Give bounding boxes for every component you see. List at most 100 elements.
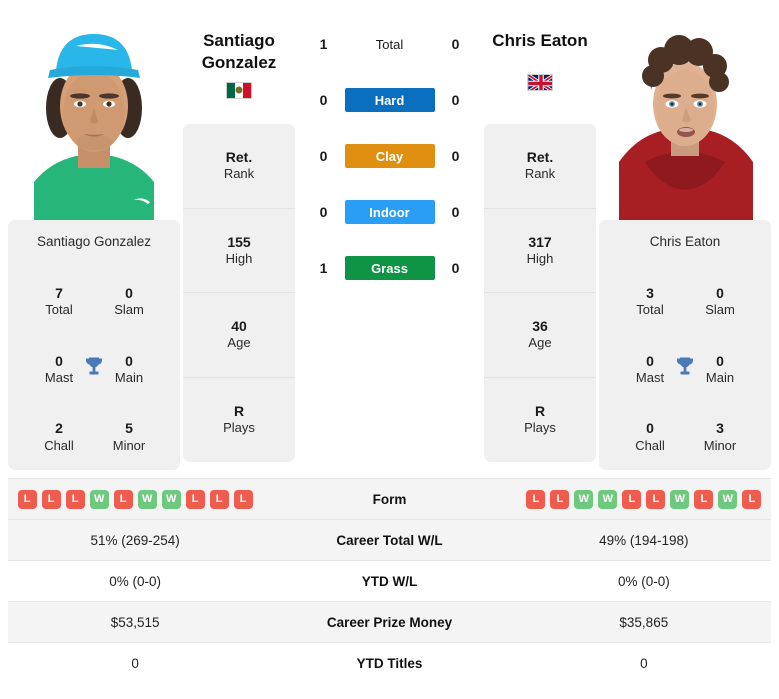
form-badge-w[interactable]: W: [161, 489, 181, 509]
right-titles-row-3: 0 Chall 3 Minor: [605, 420, 765, 454]
career-prize-money-label: Career Prize Money: [326, 614, 453, 630]
surface-indoor-left-value: 0: [319, 204, 328, 220]
left-current-rank: Ret. Rank: [183, 124, 295, 209]
form-badge-l[interactable]: L: [550, 489, 570, 509]
united-kingdom-flag-icon: [527, 73, 553, 91]
surface-total-left-value: 1: [319, 36, 328, 52]
left-minor-titles: 5 Minor: [102, 420, 156, 454]
surface-row-hard: 0 Hard 0: [298, 72, 481, 128]
left-age-value: 40: [231, 318, 247, 335]
form-badge-l[interactable]: L: [694, 489, 714, 509]
left-high-value: 155: [227, 233, 251, 250]
right-total-label: Total: [636, 302, 664, 318]
comparison-stats-table: LLLWLWWLLL Form LLWWLLWLWL 51% (269-254)…: [0, 478, 779, 683]
table-row-ytd-titles: 0 YTD Titles 0: [8, 642, 771, 683]
left-slam-titles: 0 Slam: [102, 285, 156, 319]
surface-total-right-value: 0: [451, 36, 460, 52]
left-total-label: Total: [45, 302, 73, 318]
right-form-cell: LLWWLLWLWL: [517, 489, 771, 509]
form-badge-l[interactable]: L: [65, 489, 85, 509]
right-plays-label: Plays: [524, 420, 556, 436]
form-badge-l[interactable]: L: [113, 489, 133, 509]
left-form-cell: LLLWLWWLLL: [8, 489, 262, 509]
form-badge-w[interactable]: W: [598, 489, 618, 509]
surface-hard-right-value: 0: [451, 92, 460, 108]
right-high-label: High: [526, 250, 554, 266]
form-badge-l[interactable]: L: [185, 489, 205, 509]
left-career-prize-money: $53,515: [110, 614, 160, 630]
surface-hard-left-value: 0: [319, 92, 328, 108]
right-plays: R Plays: [484, 378, 596, 463]
form-badge-l[interactable]: L: [646, 489, 666, 509]
right-titles-row-1: 3 Total 0 Slam: [605, 285, 765, 319]
form-badge-w[interactable]: W: [718, 489, 738, 509]
right-main-titles: 0 Main: [693, 353, 747, 387]
left-chall-label: Chall: [44, 437, 74, 453]
form-badge-l[interactable]: L: [17, 489, 37, 509]
left-age: 40 Age: [183, 293, 295, 378]
left-rank-label: Rank: [223, 166, 255, 182]
left-player-name-line2: Gonzalez: [201, 52, 277, 72]
right-card-player-name: Chris Eaton: [649, 234, 721, 249]
surface-row-clay: 0 Clay 0: [298, 128, 481, 184]
form-badge-l[interactable]: L: [742, 489, 762, 509]
left-slam-value: 0: [125, 284, 133, 301]
career-total-wl-label: Career Total W/L: [336, 532, 443, 548]
form-row-label: Form: [372, 491, 407, 507]
surface-grass-left-value: 1: [319, 260, 328, 276]
right-chall-label: Chall: [635, 437, 665, 453]
form-badge-l[interactable]: L: [41, 489, 61, 509]
form-badge-l[interactable]: L: [233, 489, 253, 509]
left-card-player-name: Santiago Gonzalez: [36, 234, 152, 249]
right-current-rank: Ret. Rank: [484, 124, 596, 209]
left-main-titles: 0 Main: [102, 353, 156, 387]
right-titles-row-2: 0 Mast 0 Main: [605, 353, 765, 387]
right-minor-label: Minor: [703, 437, 737, 453]
form-badge-w[interactable]: W: [574, 489, 594, 509]
right-main-value: 0: [716, 352, 724, 369]
left-chall-value: 2: [55, 420, 63, 437]
surface-indoor-label: Indoor: [344, 200, 435, 224]
right-total-value: 3: [646, 284, 654, 301]
left-titles-row-1: 7 Total 0 Slam: [14, 285, 174, 319]
right-high-value: 317: [528, 233, 552, 250]
form-badge-w[interactable]: W: [670, 489, 690, 509]
right-chall-value: 0: [646, 420, 654, 437]
right-player-column: Chris Eaton 3 Total 0 Slam 0 Mast 0 Main…: [599, 8, 771, 470]
right-career-total-wl: 49% (194-198): [599, 532, 689, 548]
surface-indoor-right-value: 0: [451, 204, 460, 220]
right-ytd-wl: 0% (0-0): [617, 573, 670, 589]
mexico-flag-icon: [226, 81, 252, 99]
right-form-badges: LLWWLLWLWL: [517, 489, 771, 509]
right-main-label: Main: [705, 370, 735, 386]
left-high-rank: 155 High: [183, 209, 295, 293]
right-age-label: Age: [528, 335, 552, 351]
left-slam-label: Slam: [114, 302, 144, 318]
form-badge-l[interactable]: L: [622, 489, 642, 509]
left-mast-label: Mast: [44, 370, 74, 386]
table-row-career-total-wl: 51% (269-254) Career Total W/L 49% (194-…: [8, 519, 771, 560]
left-plays-label: Plays: [223, 420, 255, 436]
left-total-titles: 7 Total: [32, 285, 86, 319]
right-slam-titles: 0 Slam: [693, 285, 747, 319]
form-badge-l[interactable]: L: [209, 489, 229, 509]
left-player-stat-card: Santiago Gonzalez 7 Total 0 Slam 0 Mast: [8, 220, 180, 470]
table-row-ytd-wl: 0% (0-0) YTD W/L 0% (0-0): [8, 560, 771, 601]
right-mast-value: 0: [646, 352, 654, 369]
right-player-stat-card: Chris Eaton 3 Total 0 Slam 0 Mast 0 Main…: [599, 220, 771, 470]
left-chall-titles: 2 Chall: [32, 420, 86, 454]
left-form-badges: LLLWLWWLLL: [8, 489, 262, 509]
left-minor-value: 5: [125, 420, 133, 437]
right-minor-value: 3: [716, 420, 724, 437]
left-high-label: High: [225, 250, 253, 266]
right-rank-value: Ret.: [526, 149, 554, 166]
left-rank-column: Santiago Gonzalez Ret. Rank 155 High 40 …: [183, 8, 295, 462]
right-rank-label: Rank: [524, 166, 556, 182]
surface-comparison-column: 1 Total 0 0 Hard 0 0 Clay 0 0 Indoor 0 1…: [298, 8, 481, 296]
form-badge-l[interactable]: L: [526, 489, 546, 509]
left-main-value: 0: [125, 352, 133, 369]
form-badge-w[interactable]: W: [137, 489, 157, 509]
surface-hard-label: Hard: [344, 88, 435, 112]
form-badge-w[interactable]: W: [89, 489, 109, 509]
right-minor-titles: 3 Minor: [693, 420, 747, 454]
